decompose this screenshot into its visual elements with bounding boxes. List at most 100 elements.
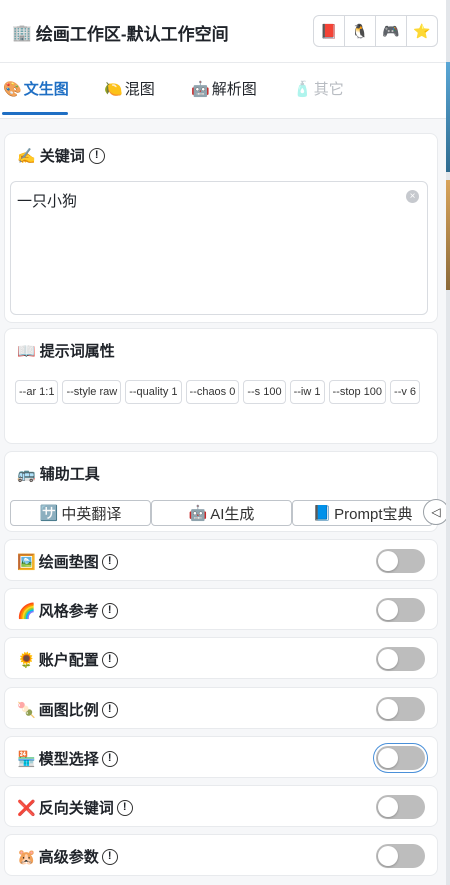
keywords-card: ✍️ 关键词 ! 一只小狗 × [4, 133, 438, 323]
cross-icon: ❌ [17, 799, 36, 817]
reference-image-toggle[interactable] [376, 549, 425, 573]
building-icon: 🏢 [12, 24, 32, 42]
setting-label-text: 反向关键词 [38, 800, 114, 817]
setting-label: 🌈 风格参考 ! [17, 600, 118, 621]
prompt-tag[interactable]: --quality 1 [125, 380, 182, 404]
robot-icon: 🤖 [191, 80, 210, 98]
model-select-toggle[interactable] [376, 746, 425, 770]
keywords-value: 一只小狗 [17, 193, 78, 210]
setting-row-aspect-ratio: 🍡 画图比例 ! [4, 687, 438, 729]
negative-prompt-toggle[interactable] [376, 795, 425, 819]
info-icon[interactable]: ! [101, 602, 118, 619]
tab-blend[interactable]: 🍋 混图 [104, 78, 155, 99]
prompt-tag[interactable]: --stop 100 [328, 380, 387, 404]
favorite-button[interactable]: ⭐ [407, 16, 437, 46]
robot-icon: 🤖 [188, 505, 208, 522]
tab-text-to-image[interactable]: 🎨 文生图 [3, 78, 69, 99]
toggle-knob [378, 846, 398, 866]
writing-hand-icon: ✍️ [17, 147, 36, 165]
discord-icon: 🎮 [382, 22, 400, 39]
setting-label-text: 画图比例 [38, 702, 99, 719]
page-title: 🏢 绘画工作区-默认工作空间 [12, 20, 229, 45]
info-icon[interactable]: ! [101, 651, 118, 668]
ai-generate-button[interactable]: 🤖 AI生成 [151, 500, 292, 526]
prompt-tag[interactable]: --iw 1 [289, 380, 325, 404]
setting-row-model-select: 🏪 模型选择 ! [4, 736, 438, 778]
setting-row-advanced-params: 🐹 高级参数 ! [4, 834, 438, 876]
star-icon: ⭐ [413, 22, 431, 39]
info-icon[interactable]: ! [101, 553, 118, 570]
advanced-params-toggle[interactable] [376, 844, 425, 868]
keywords-title: 关键词 [39, 148, 85, 165]
tools-card: 🚌 辅助工具 🈂️ 中英翻译 🤖 AI生成 📘 Prompt宝典 ◁ [4, 451, 449, 532]
active-tab-indicator [2, 112, 68, 115]
setting-row-style-reference: 🌈 风格参考 ! [4, 588, 438, 630]
tools-list: 🈂️ 中英翻译 🤖 AI生成 📘 Prompt宝典 [10, 500, 433, 526]
header-button-group: 📕 🐧 🎮 ⭐ [313, 15, 438, 47]
translate-label: 中英翻译 [61, 505, 122, 523]
tab-other: 🧴 其它 [293, 78, 344, 99]
info-icon[interactable]: ! [101, 701, 118, 718]
info-icon[interactable]: ! [101, 848, 118, 865]
sunflower-icon: 🌻 [17, 651, 36, 669]
setting-label: 🖼️ 绘画垫图 ! [17, 551, 118, 572]
toggle-knob [378, 748, 398, 768]
prompt-tag[interactable]: --v 6 [390, 380, 421, 404]
preview-thumbnail[interactable] [446, 62, 450, 172]
tab-label: 混图 [124, 81, 155, 98]
skewer-icon: 🍡 [17, 701, 36, 719]
info-icon[interactable]: ! [101, 750, 118, 767]
tab-describe[interactable]: 🤖 解析图 [191, 78, 257, 99]
tools-title: 辅助工具 [39, 466, 100, 483]
hamster-icon: 🐹 [17, 848, 36, 866]
translate-button[interactable]: 🈂️ 中英翻译 [10, 500, 151, 526]
prompt-book-button[interactable]: 📘 Prompt宝典 [292, 500, 433, 526]
notebook-icon: 📕 [320, 22, 338, 39]
tab-label: 其它 [313, 81, 344, 98]
header: 🏢 绘画工作区-默认工作空间 📕 🐧 🎮 ⭐ [0, 0, 446, 63]
setting-row-negative-prompt: ❌ 反向关键词 ! [4, 785, 438, 827]
lemon-icon: 🍋 [104, 80, 123, 98]
preview-thumbnail[interactable] [446, 180, 450, 290]
keywords-input[interactable]: 一只小狗 × [10, 181, 428, 315]
palette-icon: 🎨 [3, 80, 22, 98]
toggle-knob [378, 699, 398, 719]
toggle-knob [378, 797, 398, 817]
prompt-attributes-header: 📖 提示词属性 [5, 329, 437, 372]
prompt-attributes-card: 📖 提示词属性 --ar 1:1 --style raw --quality 1… [4, 328, 438, 444]
rainbow-icon: 🌈 [17, 602, 36, 620]
prompt-tag[interactable]: --style raw [62, 380, 122, 404]
setting-label-text: 账户配置 [38, 652, 99, 669]
info-icon[interactable]: ! [116, 799, 133, 816]
tools-header: 🚌 辅助工具 [5, 452, 437, 495]
prompt-tag[interactable]: --s 100 [243, 380, 286, 404]
qq-button[interactable]: 🐧 [345, 16, 376, 46]
prompt-tag[interactable]: --ar 1:1 [15, 380, 59, 404]
blue-book-icon: 📘 [312, 505, 332, 522]
prompt-tag[interactable]: --chaos 0 [185, 380, 240, 404]
setting-row-reference-image: 🖼️ 绘画垫图 ! [4, 539, 438, 581]
toggle-knob [378, 649, 398, 669]
setting-label: 🏪 模型选择 ! [17, 748, 118, 769]
toggle-knob [378, 600, 398, 620]
account-config-toggle[interactable] [376, 647, 425, 671]
picture-icon: 🖼️ [17, 553, 36, 571]
discord-button[interactable]: 🎮 [376, 16, 407, 46]
style-reference-toggle[interactable] [376, 598, 425, 622]
ai-generate-label: AI生成 [210, 505, 255, 523]
clear-icon[interactable]: × [406, 190, 419, 203]
prompt-tag-list: --ar 1:1 --style raw --quality 1 --chaos… [15, 380, 425, 404]
shop-icon: 🏪 [17, 750, 36, 768]
keywords-header: ✍️ 关键词 ! [5, 134, 437, 177]
translate-icon: 🈂️ [39, 505, 59, 522]
prompt-attributes-title: 提示词属性 [39, 343, 115, 360]
info-icon[interactable]: ! [88, 147, 105, 164]
aspect-ratio-toggle[interactable] [376, 697, 425, 721]
book-icon: 📖 [17, 342, 36, 360]
setting-label-text: 风格参考 [38, 603, 99, 620]
setting-label: 🌻 账户配置 ! [17, 649, 118, 670]
prompt-book-label: Prompt宝典 [334, 505, 413, 523]
notebook-button[interactable]: 📕 [314, 16, 345, 46]
tab-label: 解析图 [211, 81, 257, 98]
setting-row-account-config: 🌻 账户配置 ! [4, 637, 438, 679]
